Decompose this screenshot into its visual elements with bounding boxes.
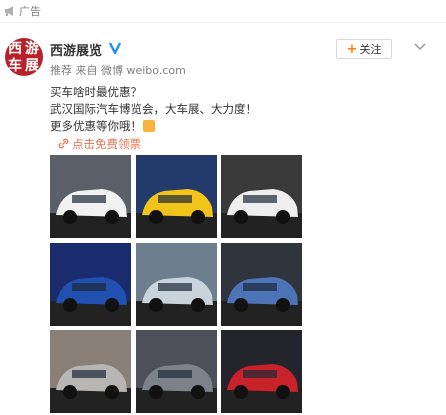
emoji-icon xyxy=(143,120,155,132)
blue-mustang-photo[interactable] xyxy=(50,242,131,326)
follow-button[interactable]: + 关注 xyxy=(336,39,392,59)
silver-lexus-photo[interactable] xyxy=(50,330,131,413)
ad-label: 广告 xyxy=(19,5,41,18)
megaphone-icon xyxy=(5,6,13,16)
plus-icon: + xyxy=(346,41,358,57)
car-photo-art xyxy=(135,242,217,326)
verified-icon xyxy=(108,42,122,55)
white-gullwing-car-photo[interactable] xyxy=(221,155,302,238)
post-meta: 推荐 来自 微博 weibo.com xyxy=(50,64,186,77)
post-text-line-content: 更多优惠等你哦！ xyxy=(50,119,142,133)
avatar-char: 车 xyxy=(8,58,22,74)
post-text-line: 武汉国际汽车博览会，大车展、大力度！ xyxy=(50,102,257,116)
post-text-line: 买车啥时最优惠？ xyxy=(50,85,142,99)
photo-grid xyxy=(50,155,302,413)
avatar-char: 展 xyxy=(25,58,39,74)
white-audi-photo[interactable] xyxy=(50,155,131,238)
car-photo-art xyxy=(135,155,217,238)
yellow-sports-car-photo[interactable] xyxy=(135,155,217,238)
author-name[interactable]: 西游展览 xyxy=(50,40,102,59)
follow-label: 关注 xyxy=(359,43,382,56)
car-photo-art xyxy=(50,155,131,238)
link-icon xyxy=(58,138,69,149)
car-photo-art xyxy=(221,155,302,238)
silver-concept-car-photo[interactable] xyxy=(135,242,217,326)
free-ticket-link[interactable]: 点击免费领票 xyxy=(58,136,141,152)
car-photo-art xyxy=(221,330,302,413)
chevron-down-icon[interactable] xyxy=(414,42,426,52)
avatar[interactable]: 西 游 车 展 xyxy=(5,38,43,76)
avatar-char: 游 xyxy=(25,41,39,57)
link-label: 点击免费领票 xyxy=(72,137,141,151)
post-text-line: 更多优惠等你哦！ xyxy=(50,118,155,134)
avatar-char: 西 xyxy=(8,41,22,57)
red-sports-car-photo[interactable] xyxy=(221,330,302,413)
car-photo-art xyxy=(135,330,217,413)
car-photo-art xyxy=(221,242,302,326)
grey-suv-photo[interactable] xyxy=(135,330,217,413)
ad-bar: 广告 xyxy=(0,0,446,23)
car-photo-art xyxy=(50,242,131,326)
blue-supercar-photo[interactable] xyxy=(221,242,302,326)
car-photo-art xyxy=(50,330,131,413)
